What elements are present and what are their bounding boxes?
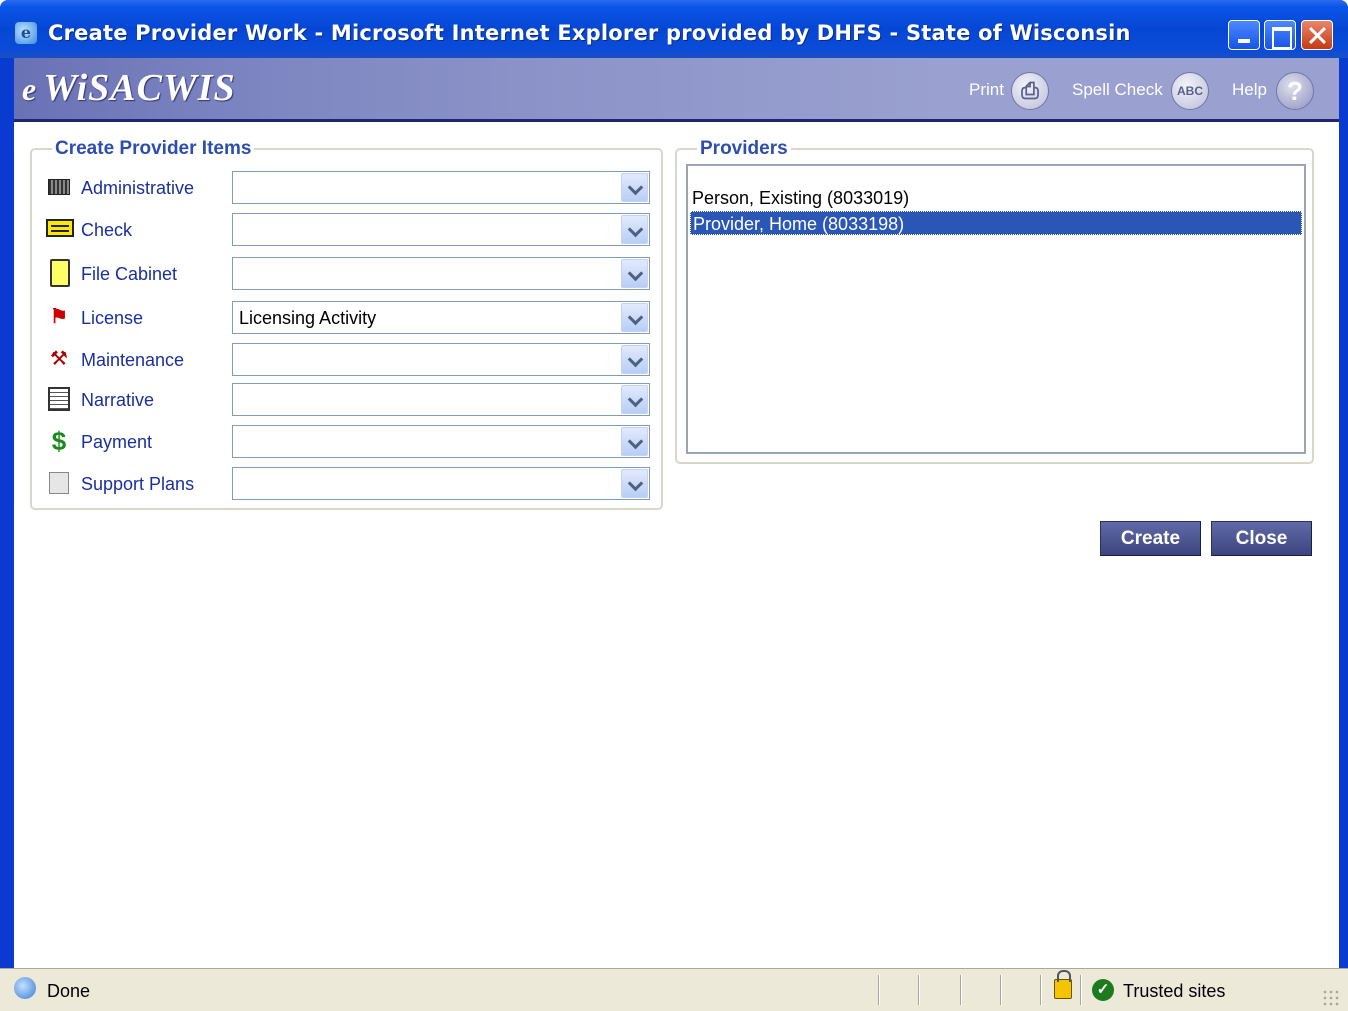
row-narrative: Narrative bbox=[32, 382, 662, 416]
status-divider bbox=[1000, 975, 1002, 1005]
print-link[interactable]: Print bbox=[969, 80, 1004, 100]
narrative-select[interactable] bbox=[232, 383, 650, 416]
app-logo: e WiSACWIS bbox=[22, 67, 236, 109]
support-plans-label: Support Plans bbox=[81, 474, 195, 494]
chevron-down-icon[interactable] bbox=[621, 385, 648, 414]
lock-icon bbox=[1054, 970, 1072, 999]
create-button[interactable]: Create bbox=[1100, 521, 1201, 556]
file-cabinet-icon bbox=[50, 259, 70, 287]
security-zone-text: Trusted sites bbox=[1123, 981, 1226, 1001]
license-icon: ⚑ bbox=[50, 306, 68, 328]
dollar-icon: $ bbox=[51, 426, 67, 456]
file-cabinet-select[interactable] bbox=[232, 257, 650, 290]
license-select[interactable]: Licensing Activity bbox=[232, 301, 650, 334]
license-label: License bbox=[81, 308, 144, 328]
file-cabinet-label: File Cabinet bbox=[81, 264, 178, 284]
close-button[interactable]: Close bbox=[1211, 521, 1312, 556]
app-banner: e WiSACWIS Print ⎙ Spell Check ABC Help ? bbox=[14, 58, 1339, 122]
row-check: Check bbox=[32, 212, 662, 246]
help-link[interactable]: Help bbox=[1232, 80, 1267, 100]
check-label: Check bbox=[81, 220, 133, 240]
support-plans-icon bbox=[49, 472, 69, 494]
maintenance-icon: ⚒ bbox=[50, 348, 68, 370]
administrative-select[interactable] bbox=[232, 171, 650, 204]
provider-list-item-selected[interactable]: Provider, Home (8033198) bbox=[690, 211, 1302, 235]
status-bar: Done ✓ Trusted sites bbox=[0, 968, 1348, 1011]
providers-legend: Providers bbox=[697, 138, 791, 160]
building-icon bbox=[48, 179, 70, 195]
providers-listbox[interactable]: Person, Existing (8033019) Provider, Hom… bbox=[686, 164, 1306, 454]
ie-page-icon bbox=[14, 977, 36, 999]
status-divider bbox=[1080, 975, 1082, 1005]
check-icon bbox=[46, 219, 74, 237]
status-divider bbox=[878, 975, 880, 1005]
create-provider-items-legend: Create Provider Items bbox=[52, 138, 255, 160]
window-title: Create Provider Work - Microsoft Interne… bbox=[48, 21, 1131, 45]
print-icon[interactable]: ⎙ bbox=[1011, 72, 1049, 110]
maintenance-label: Maintenance bbox=[81, 350, 185, 370]
spell-check-icon[interactable]: ABC bbox=[1171, 72, 1209, 110]
page-content: e WiSACWIS Print ⎙ Spell Check ABC Help ?… bbox=[14, 58, 1339, 973]
chevron-down-icon[interactable] bbox=[621, 427, 648, 456]
status-divider bbox=[960, 975, 962, 1005]
spell-check-link[interactable]: Spell Check bbox=[1072, 80, 1163, 100]
administrative-label: Administrative bbox=[81, 178, 195, 198]
chevron-down-icon[interactable] bbox=[621, 173, 648, 202]
provider-list-item[interactable]: Person, Existing (8033019) bbox=[690, 186, 1302, 210]
status-divider bbox=[918, 975, 920, 1005]
status-text: Done bbox=[47, 981, 91, 1001]
payment-label: Payment bbox=[81, 432, 153, 452]
ie-icon: e bbox=[15, 22, 37, 44]
close-window-button[interactable] bbox=[1301, 20, 1333, 50]
narrative-icon bbox=[48, 387, 70, 411]
maintenance-select[interactable] bbox=[232, 343, 650, 376]
resize-grip-icon[interactable] bbox=[1322, 989, 1340, 1007]
row-maintenance: ⚒ Maintenance bbox=[32, 342, 662, 376]
create-provider-items-group: Create Provider Items Administrative Che… bbox=[30, 138, 663, 510]
row-administrative: Administrative bbox=[32, 170, 662, 204]
row-support-plans: Support Plans bbox=[32, 466, 662, 500]
chevron-down-icon[interactable] bbox=[621, 303, 648, 332]
help-icon[interactable]: ? bbox=[1276, 72, 1314, 110]
chevron-down-icon[interactable] bbox=[621, 345, 648, 374]
row-license: ⚑ License Licensing Activity bbox=[32, 300, 662, 334]
title-bar: e Create Provider Work - Microsoft Inter… bbox=[0, 0, 1348, 58]
trusted-check-icon: ✓ bbox=[1092, 979, 1114, 1001]
chevron-down-icon[interactable] bbox=[621, 259, 648, 288]
check-select[interactable] bbox=[232, 213, 650, 246]
browser-window: e Create Provider Work - Microsoft Inter… bbox=[0, 0, 1348, 1011]
chevron-down-icon[interactable] bbox=[621, 215, 648, 244]
maximize-button[interactable] bbox=[1264, 20, 1296, 50]
chevron-down-icon[interactable] bbox=[621, 469, 648, 498]
payment-select[interactable] bbox=[232, 425, 650, 458]
narrative-label: Narrative bbox=[81, 390, 155, 410]
providers-group: Providers Person, Existing (8033019) Pro… bbox=[675, 138, 1314, 464]
row-file-cabinet: File Cabinet bbox=[32, 256, 662, 290]
row-payment: $ Payment bbox=[32, 424, 662, 458]
support-plans-select[interactable] bbox=[232, 467, 650, 500]
minimize-button[interactable] bbox=[1228, 20, 1260, 50]
status-divider bbox=[1040, 975, 1042, 1005]
